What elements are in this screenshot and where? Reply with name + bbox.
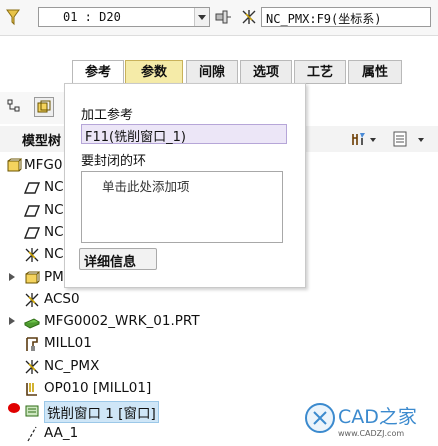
svg-text:www.CADZJ.com: www.CADZJ.com [338, 429, 404, 438]
tree-row-label: NC [44, 179, 64, 196]
assembly-icon [6, 158, 23, 174]
ref-field[interactable]: F11(铣削窗口_1) [81, 124, 287, 145]
loop-label: 要封闭的环 [81, 154, 147, 169]
workpiece-icon [23, 314, 41, 330]
layer-icon[interactable] [34, 97, 54, 117]
model-tree-header: 模型树 [22, 134, 62, 149]
details-button-label: 详细信息 [84, 255, 137, 270]
ref-label: 加工参考 [81, 108, 134, 123]
tree-row[interactable]: AA_1 [0, 423, 260, 445]
svg-text:CAD之家: CAD之家 [338, 406, 417, 428]
loop-collector[interactable]: 单击此处添加项 [81, 171, 283, 243]
columns-icon[interactable] [392, 130, 408, 148]
tree-view-icon[interactable] [6, 98, 22, 114]
operation-icon [24, 381, 40, 397]
tree-row-label: AA_1 [44, 424, 79, 441]
tree-row[interactable]: MFG0002_WRK_01.PRT [0, 311, 260, 333]
tool-dropdown[interactable]: 01 : D20 [38, 7, 210, 27]
datum-plane-icon [23, 225, 41, 241]
mill-workcell-icon [24, 336, 40, 352]
top-toolbar: 01 : D20 NC_PMX:F9(坐标系) [0, 0, 438, 36]
tab-1[interactable]: 参考 [72, 60, 124, 84]
tree-row-label: MILL01 [44, 335, 92, 352]
tree-row-label: OP010 [MILL01] [44, 380, 152, 396]
tab-2[interactable]: 参数 [125, 60, 183, 84]
ref-value: F11(铣削窗口_1) [85, 130, 186, 145]
tree-row[interactable]: OP010 [MILL01] [0, 378, 260, 400]
chevron-down-icon[interactable] [418, 138, 424, 142]
tree-row-label: NC [44, 246, 64, 263]
chevron-down-icon[interactable] [194, 8, 209, 26]
tool-holder-icon[interactable] [214, 8, 232, 26]
tree-row-label: ACS0 [44, 290, 80, 307]
tab-5[interactable]: 工艺 [294, 60, 346, 84]
csys-icon [24, 247, 40, 263]
window-mill-icon [24, 403, 40, 419]
datum-plane-icon [23, 203, 41, 219]
tree-row-label: NC [44, 223, 64, 240]
csys-icon [24, 359, 40, 375]
tree-row-label: NC_PMX [44, 357, 100, 374]
watermark-logo: CAD之家 www.CADZJ.com [300, 396, 436, 440]
part-icon [24, 270, 41, 286]
chevron-down-icon[interactable] [370, 138, 376, 142]
tree-row-label: MFG0 [24, 157, 63, 173]
loop-placeholder: 单击此处添加项 [102, 179, 190, 194]
tab-6[interactable]: 属性 [348, 60, 402, 84]
axis-icon [24, 426, 40, 442]
csys-icon [24, 292, 40, 308]
csys-dropdown[interactable]: NC_PMX:F9(坐标系) [261, 7, 431, 27]
tree-row-label: NC [44, 201, 64, 218]
reference-panel: 加工参考 F11(铣削窗口_1) 要封闭的环 单击此处添加项 详细信息 [64, 83, 306, 288]
red-marker-dot [8, 403, 20, 413]
tool-dropdown-value: 01 : D20 [63, 10, 121, 24]
filter-icon[interactable] [6, 8, 20, 26]
expand-arrow-icon[interactable] [9, 272, 15, 281]
datum-plane-icon [23, 180, 41, 196]
tree-row-label: 铣削窗口 1 [窗口] [44, 401, 159, 424]
expand-arrow-icon[interactable] [9, 317, 15, 326]
tree-row-label: MFG0002_WRK_01.PRT [44, 313, 200, 330]
tree-row[interactable]: NC_PMX [0, 356, 260, 378]
tree-row[interactable]: MILL01 [0, 333, 260, 355]
tree-row[interactable]: 铣削窗口 1 [窗口] [0, 400, 260, 424]
csys-icon[interactable] [240, 8, 258, 26]
tree-row-label: PM [44, 268, 64, 285]
csys-dropdown-value: NC_PMX:F9(坐标系) [266, 12, 382, 26]
tree-row[interactable]: ACS0 [0, 289, 260, 311]
tab-3[interactable]: 间隙 [186, 60, 238, 84]
tab-4[interactable]: 选项 [240, 60, 292, 84]
settings-icon[interactable] [350, 130, 368, 148]
details-button[interactable]: 详细信息 [79, 248, 157, 270]
